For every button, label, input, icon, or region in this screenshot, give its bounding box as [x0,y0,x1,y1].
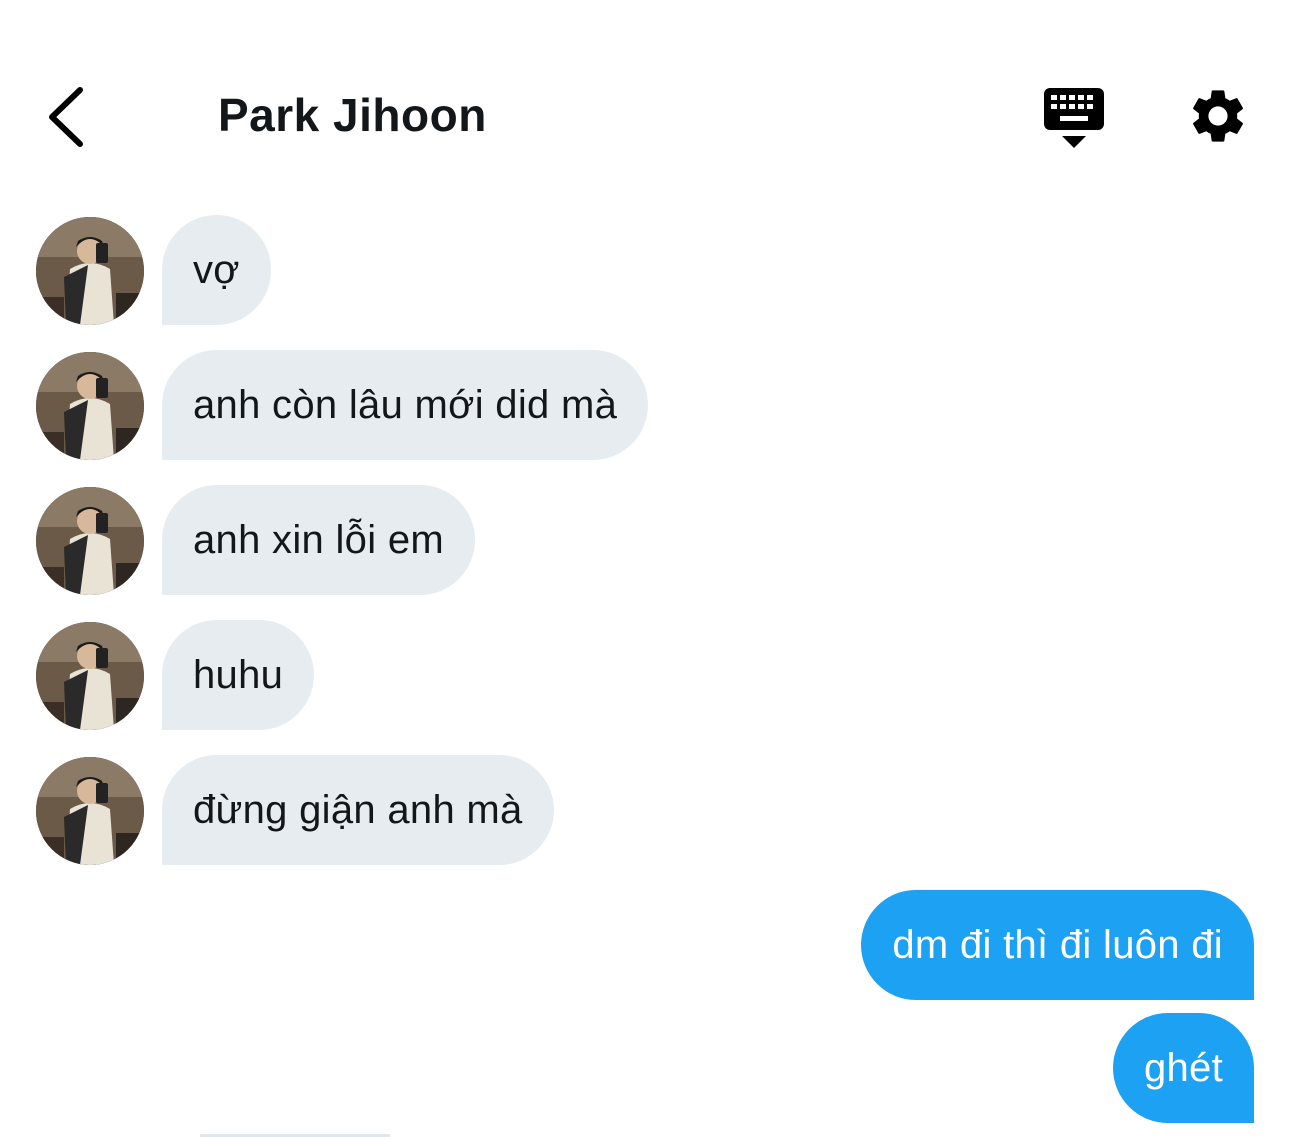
avatar[interactable] [36,217,144,325]
received-message-bubble[interactable]: vợ [162,215,271,325]
message-row: đừng giận anh mà [0,755,1290,867]
avatar-photo [36,757,144,865]
conversation-header: Park Jihoon [0,0,1290,180]
avatar[interactable] [36,487,144,595]
message-row: vợ [0,215,1290,327]
sent-message-bubble[interactable]: ghét [1112,1013,1254,1123]
keyboard-toggle-button[interactable] [1040,86,1108,150]
sent-message-bubble[interactable]: dm đi thì đi luôn đi [861,890,1254,1000]
received-message-bubble[interactable]: đừng giận anh mà [162,755,554,865]
avatar-photo [36,352,144,460]
received-message-bubble[interactable]: anh còn lâu mới did mà [162,350,649,460]
avatar-photo [36,487,144,595]
avatar[interactable] [36,622,144,730]
keyboard-hide-icon [1044,88,1104,148]
message-row: anh còn lâu mới did mà [0,350,1290,462]
received-message-bubble[interactable]: huhu [162,620,315,730]
chevron-left-icon [49,87,83,147]
back-button[interactable] [40,82,100,152]
gear-icon [1193,90,1243,142]
message-row: huhu [0,620,1290,732]
message-row: ghét [0,1013,1290,1125]
message-row: dm đi thì đi luôn đi [0,890,1290,1002]
settings-button[interactable] [1186,84,1250,148]
message-row: anh xin lỗi em [0,485,1290,597]
received-message-bubble[interactable]: anh xin lỗi em [162,485,475,595]
avatar-photo [36,622,144,730]
avatar[interactable] [36,757,144,865]
avatar-photo [36,217,144,325]
avatar[interactable] [36,352,144,460]
conversation-title[interactable]: Park Jihoon [218,88,487,142]
